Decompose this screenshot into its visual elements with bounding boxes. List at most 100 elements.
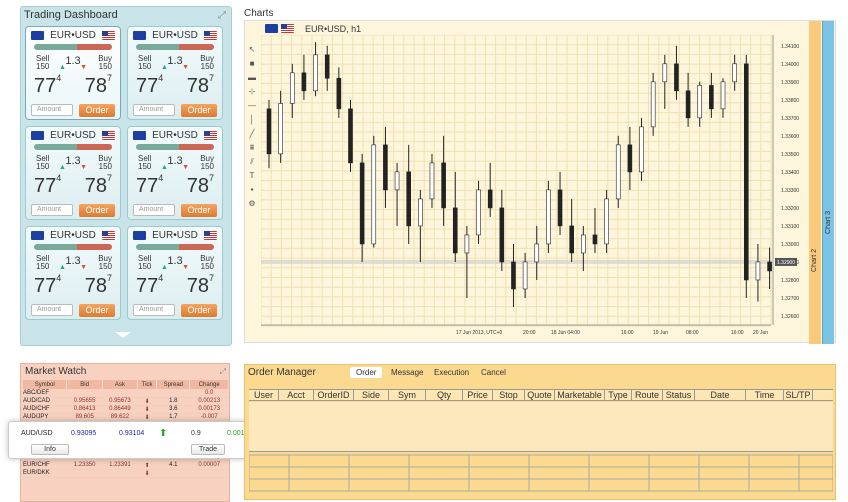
table-cell: 89.622 [102, 413, 138, 422]
column-header[interactable]: Tick [137, 380, 158, 389]
column-header[interactable]: Side [354, 390, 389, 400]
column-header[interactable]: Qty [426, 390, 463, 400]
currency-card[interactable]: EUR•USD Sell 150 1.3 ▲ ▼ Buy 150 774 787 Amount Ord… [127, 26, 223, 120]
amount-input[interactable]: Amount [31, 204, 73, 216]
column-header[interactable]: Bid [66, 380, 103, 389]
order-button[interactable]: Order [181, 204, 217, 217]
column-header[interactable]: Price [463, 390, 493, 400]
candle-body [383, 144, 388, 191]
candle-body [289, 72, 295, 104]
table-row[interactable]: AUD/CHF 0.86413 0.86449 ⬇ 3.6 0.00173 [23, 405, 229, 414]
buy-price[interactable]: 787 [187, 173, 214, 198]
sell-price[interactable]: 774 [34, 273, 61, 298]
scroll-down-icon[interactable] [115, 332, 131, 338]
eu-flag-icon [265, 24, 278, 33]
currency-card[interactable]: EUR•USD Sell 150 1.3 ▲ ▼ Buy 150 774 787 Amount Ord… [25, 26, 121, 120]
amount-input[interactable]: Amount [133, 204, 175, 216]
vline-tool-icon[interactable]: │ [247, 115, 257, 129]
column-header[interactable]: Time [746, 390, 784, 400]
up-arrow-icon: ▲ [161, 264, 168, 271]
column-header[interactable]: User [249, 390, 279, 400]
amount-input[interactable]: Amount [133, 304, 175, 316]
sell-pip: 4 [158, 273, 164, 283]
column-header[interactable]: Sym [389, 390, 426, 400]
column-header[interactable]: Symbol [23, 380, 68, 389]
currency-card[interactable]: EUR•USD Sell 150 1.3 ▲ ▼ Buy 150 774 787 Amount Ord… [25, 126, 121, 220]
cursor-tool-icon[interactable]: ↖ [247, 45, 257, 59]
column-header[interactable]: Date [695, 390, 746, 400]
table-row[interactable]: ABC/DEF 0.0 [23, 389, 229, 398]
pair-label: EUR•USD [50, 130, 96, 141]
column-header[interactable]: SL/TP [784, 390, 813, 400]
buy-info: Buy 150 [200, 155, 214, 171]
order-button[interactable]: Order [79, 304, 115, 317]
sell-price[interactable]: 774 [136, 173, 163, 198]
buy-price[interactable]: 787 [187, 73, 214, 98]
currency-card[interactable]: EUR•USD Sell 150 1.3 ▲ ▼ Buy 150 774 787 Amount Ord… [25, 226, 121, 320]
currency-card[interactable]: EUR•USD Sell 150 1.3 ▲ ▼ Buy 150 774 787 Amount Ord… [127, 226, 223, 320]
tab-order[interactable]: Order [350, 367, 383, 378]
table-row[interactable]: AUD/CAD 0.95655 0.95673 ⬇ 1.8 0.00213 [23, 397, 229, 406]
text-tool-icon[interactable]: T [247, 171, 257, 185]
buy-price[interactable]: 787 [85, 73, 112, 98]
column-header[interactable]: Change [189, 380, 229, 389]
column-header[interactable]: Status [663, 390, 695, 400]
buy-amount: 150 [98, 262, 112, 271]
column-header[interactable]: Acct [279, 390, 314, 400]
tab-cancel[interactable]: Cancel [475, 367, 512, 378]
trade-button[interactable]: Trade [191, 444, 225, 455]
column-header[interactable]: Spread [156, 380, 191, 389]
tick-down-icon: ⬇ [137, 397, 157, 406]
tab-execution[interactable]: Execution [428, 367, 475, 378]
table-cell [156, 469, 190, 478]
rect-tool-icon[interactable]: ▪ [247, 185, 257, 199]
column-header[interactable]: Marketable [555, 390, 605, 400]
currency-card[interactable]: EUR•USD Sell 150 1.3 ▲ ▼ Buy 150 774 787 Amount Ord… [127, 126, 223, 220]
info-button[interactable]: Info [31, 444, 69, 455]
candle-tool-icon[interactable]: ■ [247, 59, 257, 73]
column-header[interactable]: Stop [493, 390, 525, 400]
amount-input[interactable]: Amount [31, 304, 73, 316]
expand-icon[interactable]: ⤢ [220, 367, 226, 377]
order-button[interactable]: Order [181, 304, 217, 317]
fib-tool-icon[interactable]: ⩩ [247, 143, 257, 157]
candle-body [522, 261, 528, 290]
sell-price[interactable]: 774 [34, 173, 62, 198]
order-button[interactable]: Order [181, 104, 217, 117]
bar-tool-icon[interactable]: ▬ [247, 73, 257, 87]
sell-price[interactable]: 774 [136, 73, 163, 98]
candle-body [592, 234, 598, 245]
buy-price[interactable]: 787 [187, 273, 214, 298]
table-cell: 1.7 [156, 413, 190, 422]
trend-tool-icon[interactable]: ╱ [247, 129, 257, 143]
price-chart[interactable]: 1.34100 1.34000 1.33900 1.33800 1.33700 1.336… [261, 35, 811, 341]
amount-input[interactable]: Amount [31, 104, 73, 116]
order-button[interactable]: Order [79, 104, 115, 117]
tab-chart-3[interactable]: Chart 3 [822, 21, 834, 344]
amount-input[interactable]: Amount [133, 104, 175, 116]
sell-pip: 4 [56, 173, 62, 183]
x-tick-label: 18 Jun 04:00 [551, 330, 580, 336]
crosshair-tool-icon[interactable]: ⊹ [247, 87, 257, 101]
order-button[interactable]: Order [79, 204, 115, 217]
table-row[interactable]: EUR/DKK ⬇ [23, 469, 229, 478]
sell-price[interactable]: 774 [136, 273, 164, 298]
hline-tool-icon[interactable]: — [247, 101, 257, 115]
table-cell: 4.1 [156, 461, 190, 470]
settings-tool-icon[interactable]: ⚙ [247, 199, 257, 213]
expand-icon[interactable]: ⤢ [218, 10, 226, 21]
column-header[interactable]: Ask [102, 380, 139, 389]
column-header[interactable]: Quote [525, 390, 555, 400]
candle-body [546, 189, 551, 245]
buy-price[interactable]: 787 [85, 173, 112, 198]
tab-message[interactable]: Message [385, 367, 429, 378]
column-header[interactable]: Route [632, 390, 663, 400]
tab-chart-2[interactable]: Chart 2 [809, 21, 821, 344]
channel-tool-icon[interactable]: ⫽ [247, 157, 257, 171]
column-header[interactable]: OrderID [314, 390, 354, 400]
table-row[interactable]: EUR/CHF 1.23350 1.23391 ⬆ 4.1 0.00007 [23, 461, 229, 470]
sell-price[interactable]: 774 [34, 73, 61, 98]
table-row[interactable]: AUD/JPY 89.605 89.622 ⬇ 1.7 -0.007 [23, 413, 229, 422]
column-header[interactable]: Type [605, 390, 632, 400]
buy-price[interactable]: 787 [85, 273, 112, 298]
